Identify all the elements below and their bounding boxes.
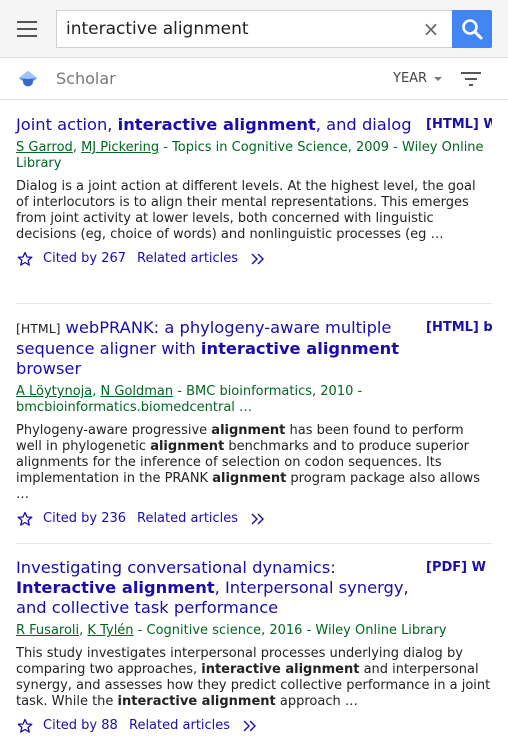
star-icon[interactable] (17, 718, 33, 734)
filter-icon[interactable] (460, 68, 482, 90)
author-link[interactable]: S Garrod (16, 140, 73, 155)
result-authors: R Fusaroli, K Tylén - Cognitive science,… (16, 623, 447, 638)
scholar-header: Scholar YEAR (0, 58, 508, 100)
full-text-link[interactable]: [HTML] W (426, 117, 492, 132)
search-input[interactable] (57, 11, 417, 47)
result-title-link[interactable]: Joint action, interactive alignment, and… (16, 115, 412, 134)
star-icon[interactable] (17, 511, 33, 527)
result-title: [HTML] webPRANK: a phylogeny-aware multip… (16, 318, 416, 379)
brand-name[interactable]: Scholar (56, 69, 116, 88)
result-authors: S Garrod, MJ Pickering - Topics in Cogni… (16, 140, 484, 171)
related-articles-link[interactable]: Related articles (129, 717, 230, 735)
caret-down-icon (434, 76, 443, 81)
search-icon (462, 19, 483, 40)
author-link[interactable]: R Fusaroli (16, 623, 79, 638)
search-result: Investigating conversational dynamics: I… (16, 558, 492, 735)
result-actions: Cited by 236 Related articles (16, 510, 492, 528)
result-snippet: Dialog is a joint action at different le… (16, 179, 476, 242)
menu-icon[interactable] (13, 15, 41, 43)
author-link[interactable]: N Goldman (101, 384, 174, 399)
result-title-link[interactable]: Investigating conversational dynamics: I… (16, 558, 409, 617)
search-box: × (56, 10, 454, 48)
result-actions: Cited by 267 Related articles (16, 250, 492, 268)
cited-by-link[interactable]: Cited by 267 (43, 250, 126, 268)
result-title: Investigating conversational dynamics: I… (16, 558, 416, 618)
full-text-link[interactable]: [PDF] W (426, 560, 492, 575)
result-snippet: This study investigates interpersonal pr… (16, 646, 491, 709)
more-versions-icon[interactable] (249, 251, 267, 267)
cited-by-link[interactable]: Cited by 88 (43, 717, 118, 735)
search-bar: × (0, 0, 508, 58)
result-snippet: Phylogeny-aware progressive alignment ha… (16, 423, 481, 502)
author-link[interactable]: A Löytynoja (16, 384, 92, 399)
result-title-link[interactable]: webPRANK: a phylogeny-aware multiple seq… (16, 318, 399, 378)
author-link[interactable]: K Tylén (87, 623, 133, 638)
star-icon[interactable] (17, 251, 33, 267)
result-actions: Cited by 88 Related articles (16, 717, 492, 735)
author-link[interactable]: MJ Pickering (81, 140, 159, 155)
result-divider (16, 303, 492, 304)
clear-icon[interactable]: × (420, 18, 442, 40)
related-articles-link[interactable]: Related articles (137, 250, 238, 268)
related-articles-link[interactable]: Related articles (137, 510, 238, 528)
year-filter-label: YEAR (393, 71, 428, 86)
cited-by-link[interactable]: Cited by 236 (43, 510, 126, 528)
search-button[interactable] (452, 10, 492, 48)
scholar-logo-icon[interactable] (17, 68, 39, 90)
search-result: [HTML] webPRANK: a phylogeny-aware multip… (16, 318, 492, 528)
format-tag: [HTML] (16, 321, 61, 336)
result-authors: A Löytynoja, N Goldman - BMC bioinformat… (16, 384, 363, 415)
year-filter[interactable]: YEAR (393, 71, 443, 86)
more-versions-icon[interactable] (241, 718, 259, 734)
search-result: Joint action, interactive alignment, and… (16, 115, 492, 268)
more-versions-icon[interactable] (249, 511, 267, 527)
full-text-link[interactable]: [HTML] b (426, 320, 492, 335)
result-divider (16, 543, 492, 544)
result-title: Joint action, interactive alignment, and… (16, 115, 416, 135)
result-source: - Cognitive science, 2016 - Wiley Online… (133, 623, 447, 638)
